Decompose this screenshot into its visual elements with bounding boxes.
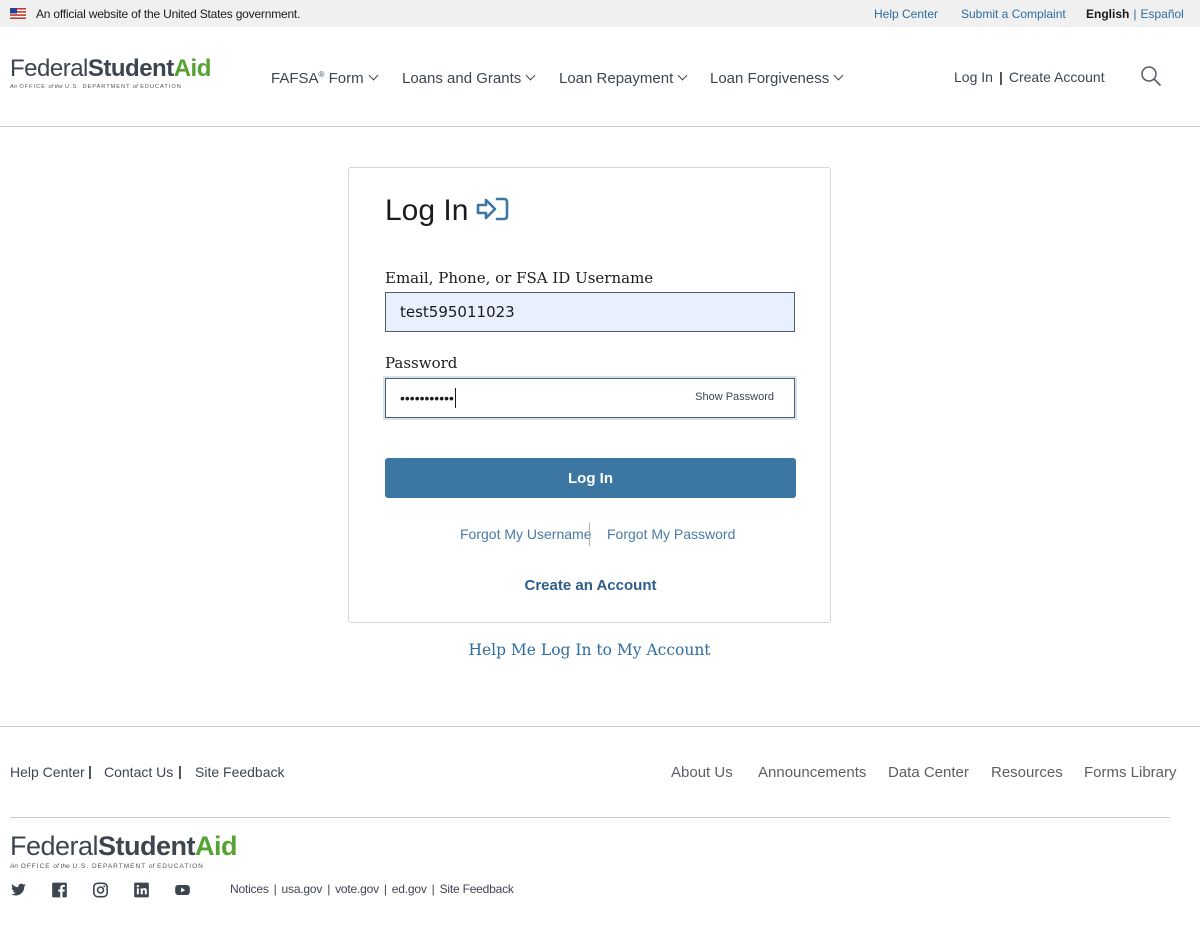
nav-fafsa-form[interactable]: FAFSA® Form	[271, 70, 379, 87]
footer-notices-link[interactable]: Notices	[230, 882, 269, 896]
account-separator: |	[998, 69, 1003, 85]
nav-loan-forgiveness[interactable]: Loan Forgiveness	[710, 70, 844, 87]
us-flag-icon	[10, 8, 26, 19]
banner-submit-complaint-link[interactable]: Submit a Complaint	[961, 7, 1066, 21]
footer-separator: |	[383, 882, 387, 896]
footer-separator: |	[273, 882, 277, 896]
password-label: Password	[385, 354, 458, 372]
footer-site-feedback-link[interactable]: Site Feedback	[195, 764, 285, 780]
text-caret	[454, 388, 456, 408]
help-log-in-link[interactable]: Help Me Log In to My Account	[348, 641, 831, 659]
sign-in-icon	[476, 197, 509, 221]
instagram-icon[interactable]	[92, 882, 109, 898]
forgot-links-divider	[589, 523, 590, 546]
log-in-button[interactable]: Log In	[385, 458, 796, 498]
footer-contact-us-link[interactable]: Contact Us	[104, 764, 173, 780]
show-password-button[interactable]: Show Password	[695, 391, 774, 403]
footer-resources-link[interactable]: Resources	[991, 764, 1063, 781]
logo-tagline: An OFFICE of the U.S. DEPARTMENT of EDUC…	[10, 863, 204, 870]
logo-tagline: An OFFICE of the U.S. DEPARTMENT of EDUC…	[10, 84, 182, 90]
chevron-down-icon	[368, 70, 379, 81]
footer-bottom-links: Notices | usa.gov | vote.gov | ed.gov | Site Fee…	[230, 882, 514, 896]
footer-separator: |	[178, 763, 182, 779]
logo-word-aid: Aid	[173, 55, 212, 82]
lang-espanol[interactable]: Español	[1140, 7, 1183, 21]
nav-loan-repayment[interactable]: Loan Repayment	[559, 70, 688, 87]
chevron-down-icon	[677, 70, 688, 81]
language-switcher: English | Español	[1086, 7, 1184, 21]
fsa-logo[interactable]: FederalStudentAid An OFFICE of the U.S. …	[10, 55, 212, 91]
footer-separator: |	[327, 882, 331, 896]
password-input[interactable]: ••••••••••• Show Password	[383, 376, 797, 420]
header-create-account-link[interactable]: Create Account	[1009, 69, 1105, 85]
logo-word-aid: Aid	[195, 831, 238, 861]
chevron-down-icon	[833, 70, 844, 81]
youtube-icon[interactable]	[174, 882, 191, 898]
footer-fsa-logo[interactable]: FederalStudentAid An OFFICE of the U.S. …	[10, 831, 238, 871]
footer-usa-gov-link[interactable]: usa.gov	[282, 882, 323, 896]
site-header: FederalStudentAid An OFFICE of the U.S. …	[0, 27, 1200, 127]
footer-data-center-link[interactable]: Data Center	[888, 764, 969, 781]
username-input[interactable]: test595011023	[385, 292, 795, 332]
footer-bottom-site-feedback-link[interactable]: Site Feedback	[440, 882, 514, 896]
header-log-in-link[interactable]: Log In	[954, 69, 993, 85]
password-value: •••••••••••	[400, 390, 454, 406]
lang-english[interactable]: English	[1086, 7, 1129, 21]
footer-announcements-link[interactable]: Announcements	[758, 764, 866, 781]
login-card: Log In Email, Phone, or FSA ID Username …	[348, 167, 831, 623]
footer-about-us-link[interactable]: About Us	[671, 764, 733, 781]
logo-word-federal: Federal	[10, 55, 88, 82]
footer-separator: |	[88, 763, 92, 779]
forgot-password-link[interactable]: Forgot My Password	[607, 526, 735, 542]
username-label: Email, Phone, or FSA ID Username	[385, 269, 654, 287]
footer-ed-gov-link[interactable]: ed.gov	[392, 882, 427, 896]
footer-separator: |	[431, 882, 435, 896]
forgot-username-link[interactable]: Forgot My Username	[460, 526, 591, 542]
lang-separator: |	[1133, 7, 1137, 21]
twitter-icon[interactable]	[10, 882, 27, 898]
banner-help-center-link[interactable]: Help Center	[874, 7, 938, 21]
gov-banner: An official website of the United States…	[0, 0, 1200, 27]
username-value: test595011023	[400, 303, 515, 321]
search-icon[interactable]	[1140, 65, 1162, 87]
gov-banner-text: An official website of the United States…	[36, 7, 301, 21]
login-title: Log In	[385, 194, 469, 227]
linkedin-icon[interactable]	[133, 882, 150, 898]
logo-word-federal: Federal	[10, 831, 99, 861]
logo-word-student: Student	[98, 831, 196, 861]
facebook-icon[interactable]	[51, 882, 68, 898]
nav-loans-and-grants[interactable]: Loans and Grants	[402, 70, 536, 87]
footer-vote-gov-link[interactable]: vote.gov	[335, 882, 379, 896]
footer-forms-library-link[interactable]: Forms Library	[1084, 764, 1177, 781]
chevron-down-icon	[525, 70, 536, 81]
logo-word-student: Student	[87, 55, 174, 82]
footer-divider	[10, 817, 1170, 818]
footer-divider	[0, 726, 1200, 727]
footer-help-center-link[interactable]: Help Center	[10, 764, 85, 780]
create-account-link[interactable]: Create an Account	[349, 577, 832, 594]
account-links: Log In | Create Account	[954, 69, 1105, 85]
